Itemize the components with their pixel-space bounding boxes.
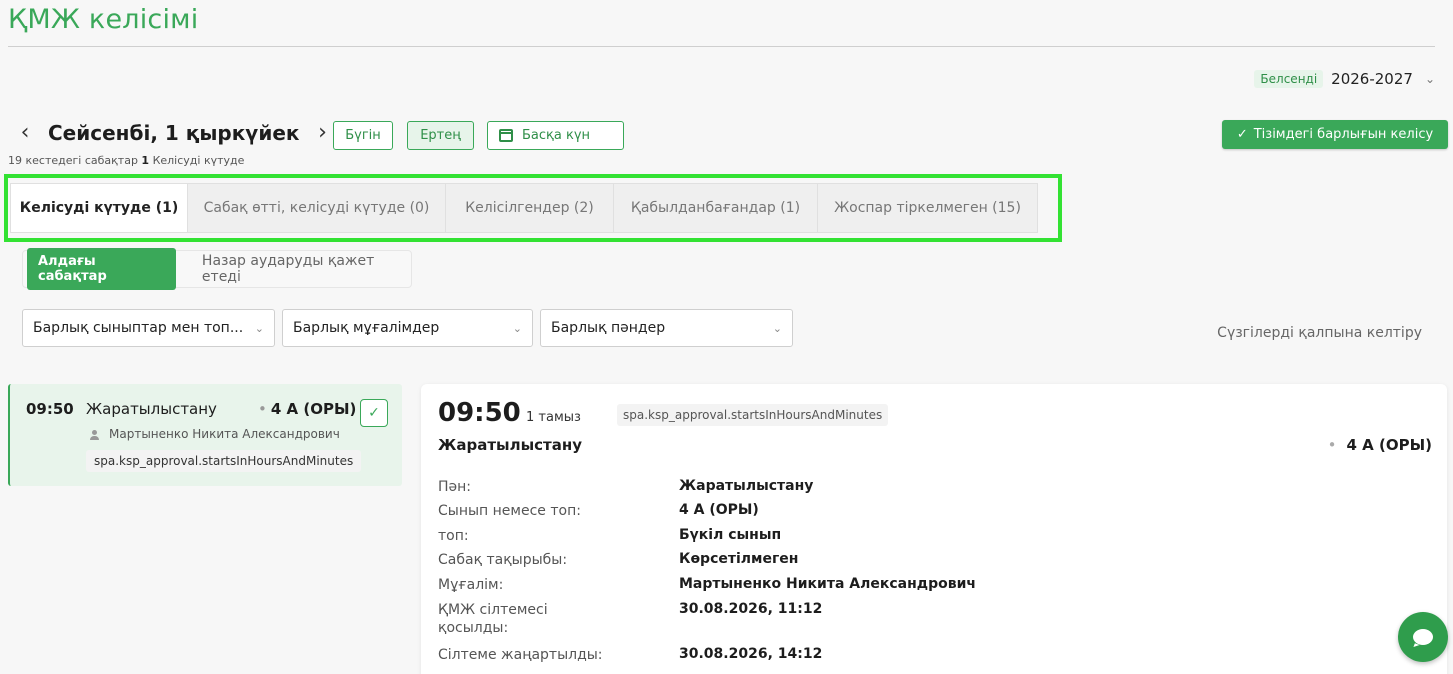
approve-check-button[interactable]: ✓ [360,399,388,427]
lesson-summary: 19 кестедегі сабақтар 1 Келісуді күтуде [8,154,245,167]
starts-in-badge: spa.ksp_approval.startsInHoursAndMinutes [86,450,362,472]
active-badge: Белсенді [1254,70,1324,88]
approve-all-button[interactable]: ✓ Тізімдегі барлығын келісу [1222,120,1448,149]
lesson-subject: Жаратылыстану [86,400,217,418]
bullet-icon: • [258,400,267,418]
tab-rejected[interactable]: Қабылданбағандар (1) [614,184,818,232]
lesson-time: 09:50 [26,400,74,418]
detail-starts-in-badge: spa.ksp_approval.startsInHoursAndMinutes [617,404,889,426]
year-selector[interactable]: Белсенді 2026-2027 ⌄ [1254,70,1435,88]
detail-time: 09:50 [438,398,521,428]
lesson-subtabs: Алдағы сабақтар Назар аударуды қажет ете… [22,248,412,290]
teacher-filter-select[interactable]: Барлық мұғалімдер ⌄ [282,309,533,347]
pending-count: 1 [141,154,150,167]
current-date-title: Сейсенбі, 1 қыркүйек [48,120,300,145]
chevron-right-icon[interactable]: › [312,120,334,145]
tab-no-plan[interactable]: Жоспар тіркелмеген (15) [818,184,1037,232]
year-value: 2026-2027 [1331,70,1413,88]
calendar-icon [499,129,513,142]
reset-filters-link[interactable]: Сүзгілерді қалпына келтіру [1217,325,1422,341]
detail-date: 1 тамыз [526,410,581,425]
lesson-detail-panel: 09:50 1 тамыз spa.ksp_approval.startsInH… [421,384,1447,674]
lesson-class: • 4 А (ОРЫ) [258,400,357,418]
status-tabs: Келісуді күтуде (1) Сабақ өтті, келісуді… [10,183,1038,233]
today-button[interactable]: Бүгін [333,121,393,150]
class-filter-select[interactable]: Барлық сыныптар мен топ... ⌄ [22,309,275,347]
page-title: ҚМЖ келісімі [8,4,199,35]
other-day-label: Басқа күн [522,128,591,143]
person-icon [90,429,99,440]
detail-subject: Жаратылыстану [438,436,583,454]
subtab-upcoming[interactable]: Алдағы сабақтар [27,248,176,290]
tab-approved[interactable]: Келісілгендер (2) [446,184,614,232]
detail-class: • 4 А (ОРЫ) [1327,436,1432,454]
check-icon: ✓ [1236,127,1248,142]
chevron-down-icon: ⌄ [772,321,782,335]
lesson-card[interactable]: 09:50 Жаратылыстану • 4 А (ОРЫ) ✓ Мартыне… [8,384,402,486]
chat-button[interactable] [1398,612,1448,662]
chevron-left-icon[interactable]: ‹ [14,120,36,145]
chevron-down-icon: ⌄ [254,321,264,335]
title-divider [8,46,1435,47]
subtab-attention[interactable]: Назар аударуды қажет етеді [202,253,411,285]
tomorrow-button[interactable]: Ертең [407,121,474,150]
chat-icon [1413,629,1433,645]
tab-pending[interactable]: Келісуді күтуде (1) [11,184,188,232]
other-day-button[interactable]: Басқа күн [487,121,624,150]
chevron-down-icon: ⌄ [512,321,522,335]
bullet-icon: • [1327,436,1337,454]
chevron-down-icon: ⌄ [1424,72,1435,86]
check-icon: ✓ [368,405,380,421]
subject-filter-select[interactable]: Барлық пәндер ⌄ [540,309,793,347]
tab-held-pending[interactable]: Сабақ өтті, келісуді күтуде (0) [188,184,446,232]
lesson-teacher: Мартыненко Никита Александрович [90,427,340,441]
date-navigation: ‹ Сейсенбі, 1 қыркүйек › [14,120,334,145]
